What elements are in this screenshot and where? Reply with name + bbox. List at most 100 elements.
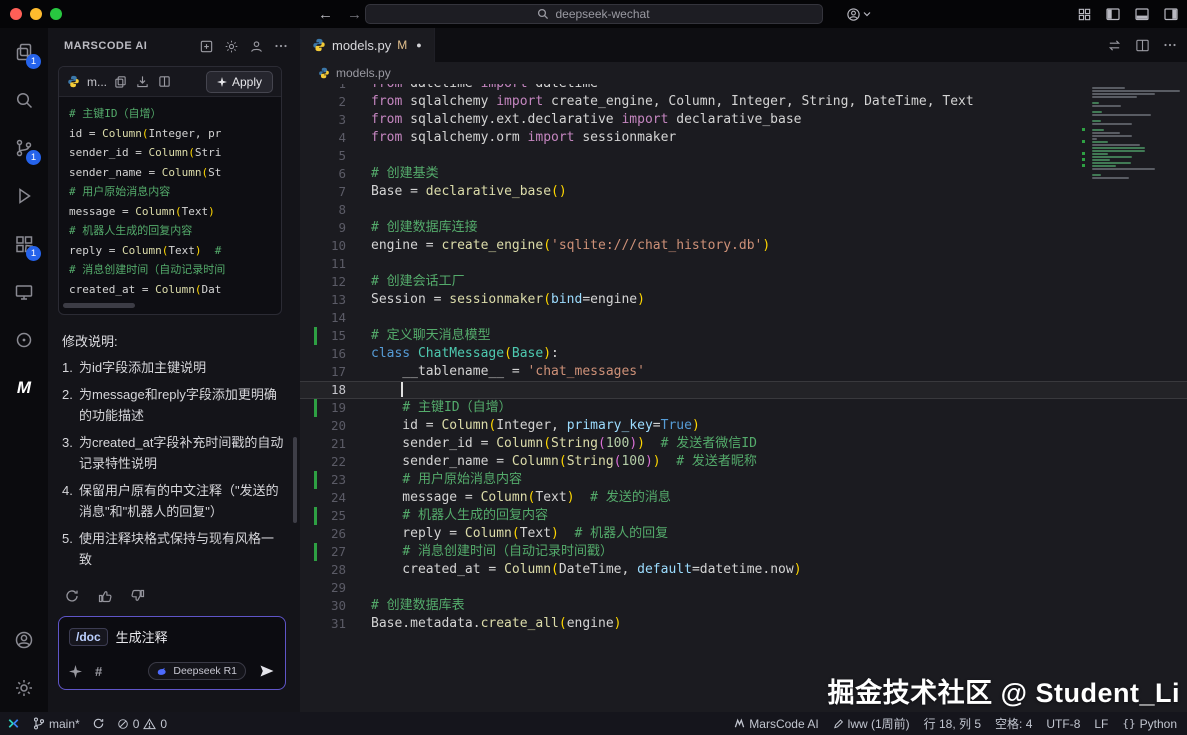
line-number[interactable]: 30 (320, 597, 346, 615)
remote-indicator[interactable] (6, 716, 21, 731)
code-line[interactable]: 27 # 消息创建时间（自动记录时间戳） (300, 543, 1187, 561)
command-center-search[interactable]: deepseek-wechat (365, 4, 823, 24)
customize-layout-icon[interactable] (1077, 7, 1092, 22)
eol-sequence[interactable]: LF (1094, 717, 1108, 731)
line-number[interactable]: 14 (320, 309, 346, 327)
activity-account[interactable] (0, 616, 48, 664)
language-mode[interactable]: {} Python (1122, 717, 1177, 731)
code-line[interactable]: 21 sender_id = Column(String(100)) # 发送者… (300, 435, 1187, 453)
line-number[interactable]: 28 (320, 561, 346, 579)
minimap[interactable] (1082, 86, 1184, 179)
code-line[interactable]: 7Base = declarative_base() (300, 183, 1187, 201)
line-number[interactable]: 3 (320, 111, 346, 129)
chat-input-box[interactable]: /doc 生成注释 # Deepseek R1 (58, 616, 286, 690)
line-number[interactable]: 18 (320, 381, 346, 399)
model-selector[interactable]: Deepseek R1 (148, 662, 246, 680)
code-line[interactable]: 14 (300, 309, 1187, 327)
code-line[interactable]: 18 (300, 381, 1187, 399)
more-icon[interactable] (274, 39, 288, 53)
split-editor-icon[interactable] (1135, 38, 1150, 53)
code-line[interactable]: 26 reply = Column(Text) # 机器人的回复 (300, 525, 1187, 543)
horizontal-scrollbar[interactable] (63, 303, 135, 308)
swap-editors-icon[interactable] (1107, 38, 1122, 53)
line-number[interactable]: 24 (320, 489, 346, 507)
line-number[interactable]: 19 (320, 399, 346, 417)
line-number[interactable]: 27 (320, 543, 346, 561)
code-line[interactable]: 5 (300, 147, 1187, 165)
code-line[interactable]: 28 created_at = Column(DateTime, default… (300, 561, 1187, 579)
activity-settings[interactable] (0, 664, 48, 712)
code-line[interactable]: 1from datetime import datetime (300, 84, 1187, 93)
line-number[interactable]: 1 (320, 84, 346, 93)
code-line[interactable]: 25 # 机器人生成的回复内容 (300, 507, 1187, 525)
sidebar-scrollbar[interactable] (293, 437, 297, 523)
line-number[interactable]: 8 (320, 201, 346, 219)
send-icon[interactable] (259, 663, 275, 679)
line-number[interactable]: 6 (320, 165, 346, 183)
activity-search[interactable] (0, 76, 48, 124)
toggle-secondary-sidebar-icon[interactable] (1163, 6, 1179, 22)
line-number[interactable]: 25 (320, 507, 346, 525)
line-number[interactable]: 21 (320, 435, 346, 453)
context-hash-icon[interactable]: # (95, 664, 102, 679)
close-window-button[interactable] (10, 8, 22, 20)
cursor-position[interactable]: 行 18, 列 5 (924, 715, 981, 732)
code-line[interactable]: 30# 创建数据库表 (300, 597, 1187, 615)
regenerate-icon[interactable] (64, 588, 80, 604)
line-number[interactable]: 11 (320, 255, 346, 273)
line-number[interactable]: 10 (320, 237, 346, 255)
line-number[interactable]: 29 (320, 579, 346, 597)
chat-input-text[interactable]: 生成注释 (116, 627, 168, 646)
skills-sparkle-icon[interactable] (69, 665, 82, 678)
code-line[interactable]: 12# 创建会话工厂 (300, 273, 1187, 291)
sync-button[interactable] (92, 717, 105, 730)
line-number[interactable]: 26 (320, 525, 346, 543)
toggle-panel-icon[interactable] (1134, 6, 1150, 22)
code-line[interactable]: 29 (300, 579, 1187, 597)
new-chat-icon[interactable] (199, 39, 214, 54)
code-line[interactable]: 10engine = create_engine('sqlite:///chat… (300, 237, 1187, 255)
line-number[interactable]: 13 (320, 291, 346, 309)
breadcrumb[interactable]: models.py (300, 62, 1187, 84)
more-icon[interactable] (1163, 38, 1177, 52)
line-number[interactable]: 31 (320, 615, 346, 633)
minimize-window-button[interactable] (30, 8, 42, 20)
dirty-indicator[interactable]: ● (416, 40, 421, 50)
activity-explorer[interactable]: 1 (0, 28, 48, 76)
settings-icon[interactable] (224, 39, 239, 54)
insert-code-icon[interactable] (136, 75, 149, 88)
diff-icon[interactable] (158, 75, 171, 88)
code-line[interactable]: 8 (300, 201, 1187, 219)
code-line[interactable]: 9# 创建数据库连接 (300, 219, 1187, 237)
activity-extensions[interactable]: 1 (0, 220, 48, 268)
indentation[interactable]: 空格: 4 (995, 715, 1032, 732)
tab-models-py[interactable]: models.py M ● (300, 28, 435, 62)
code-line[interactable]: 2from sqlalchemy import create_engine, C… (300, 93, 1187, 111)
account-menu[interactable] (846, 7, 871, 22)
code-line[interactable]: 24 message = Column(Text) # 发送的消息 (300, 489, 1187, 507)
activity-remote-explorer[interactable] (0, 268, 48, 316)
toggle-sidebar-icon[interactable] (1105, 6, 1121, 22)
line-number[interactable]: 4 (320, 129, 346, 147)
line-number[interactable]: 15 (320, 327, 346, 345)
marscode-status-item[interactable]: MarsCode AI (734, 717, 818, 731)
back-icon[interactable]: ← (318, 6, 333, 23)
activity-run-debug[interactable] (0, 172, 48, 220)
breadcrumb-item[interactable]: models.py (336, 66, 391, 80)
thumbs-down-icon[interactable] (130, 588, 146, 604)
code-line[interactable]: 31Base.metadata.create_all(engine) (300, 615, 1187, 633)
line-number[interactable]: 9 (320, 219, 346, 237)
problems-item[interactable]: 0 0 (117, 717, 167, 731)
activity-source-control[interactable]: 1 (0, 124, 48, 172)
line-number[interactable]: 12 (320, 273, 346, 291)
code-line[interactable]: 20 id = Column(Integer, primary_key=True… (300, 417, 1187, 435)
line-number[interactable]: 7 (320, 183, 346, 201)
copy-icon[interactable] (114, 75, 127, 88)
line-number[interactable]: 20 (320, 417, 346, 435)
line-number[interactable]: 2 (320, 93, 346, 111)
line-number[interactable]: 17 (320, 363, 346, 381)
line-number[interactable]: 22 (320, 453, 346, 471)
thumbs-up-icon[interactable] (97, 588, 113, 604)
apply-button[interactable]: Apply (206, 71, 273, 93)
slash-command-chip[interactable]: /doc (69, 628, 108, 646)
